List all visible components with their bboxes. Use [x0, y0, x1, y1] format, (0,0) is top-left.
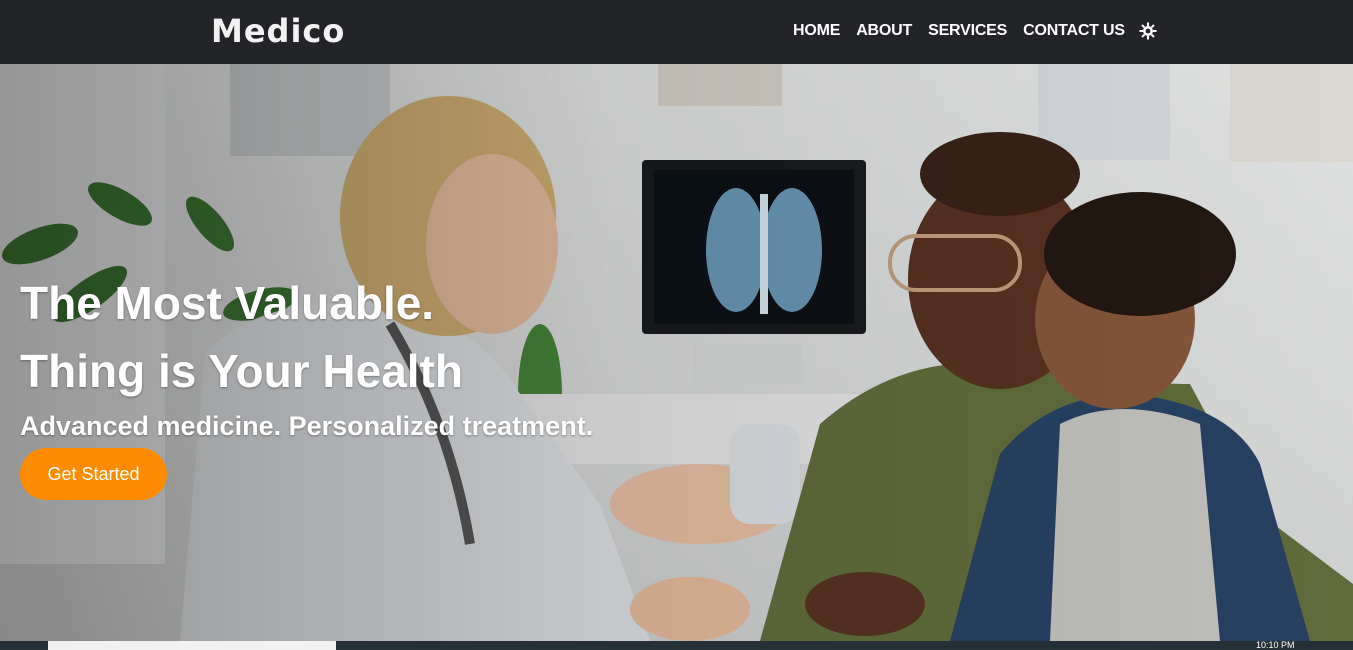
- navbar: Medico HOME ABOUT SERVICES CONTACT US: [0, 0, 1353, 64]
- hero-subtitle: Advanced medicine. Personalized treatmen…: [20, 411, 594, 441]
- os-taskbar: 10:10 PM: [0, 641, 1353, 650]
- taskbar-window-thumbnail[interactable]: [48, 641, 336, 650]
- main-nav: HOME ABOUT SERVICES CONTACT US: [793, 22, 1157, 40]
- hero-section: The Most Valuable. Thing is Your Health …: [0, 64, 1353, 641]
- taskbar-clock[interactable]: 10:10 PM: [1256, 641, 1295, 650]
- hero-title-line-2: Thing is Your Health: [20, 345, 463, 397]
- hero-title-line-1: The Most Valuable.: [20, 277, 435, 329]
- brand-logo[interactable]: Medico: [211, 12, 345, 50]
- get-started-button[interactable]: Get Started: [20, 448, 167, 500]
- nav-link-home[interactable]: HOME: [793, 22, 840, 40]
- nav-link-services[interactable]: SERVICES: [928, 22, 1007, 40]
- hero-text-block: The Most Valuable. Thing is Your Health …: [20, 269, 593, 442]
- nav-link-contact-us[interactable]: CONTACT US: [1023, 22, 1125, 40]
- theme-toggle-sun-icon[interactable]: [1139, 22, 1157, 40]
- nav-link-about[interactable]: ABOUT: [856, 22, 912, 40]
